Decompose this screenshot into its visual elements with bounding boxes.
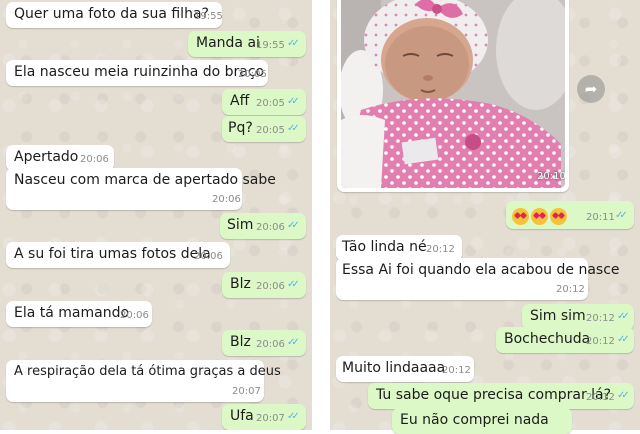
message-bubble[interactable]: Aff 20:05 ✓✓: [222, 89, 306, 115]
message-text: Ufa: [230, 408, 254, 424]
message-time: 20:12: [586, 336, 615, 347]
panel-divider: [312, 0, 330, 430]
forward-share-icon[interactable]: ➦: [577, 75, 605, 103]
message-time: 20:12: [556, 284, 585, 295]
double-check-icon: ✓✓: [615, 210, 628, 221]
double-check-icon: ✓✓: [287, 220, 300, 231]
message-time: 20:06: [256, 339, 285, 350]
message-text: Muito lindaaaa: [342, 360, 446, 376]
message-text: A respiração dela tá ótima graças a deus: [14, 364, 281, 379]
message-time: 20:06: [212, 194, 241, 205]
message-bubble[interactable]: Blz 20:06 ✓✓: [222, 330, 306, 356]
message-text: Bochechuda: [504, 331, 591, 347]
message-time: 20:06: [80, 154, 109, 165]
message-bubble[interactable]: Essa Ai foi quando ela acabou de nasce 2…: [336, 258, 620, 300]
message-time: 20:06: [256, 281, 285, 292]
message-time: 20:06: [120, 310, 149, 321]
message-text: Blz: [230, 334, 251, 350]
message-text: Eu não comprei nada: [400, 412, 549, 428]
double-check-icon: ✓✓: [287, 337, 300, 348]
message-time: 20:05: [256, 98, 285, 109]
message-text: Quer uma foto da sua filha?: [14, 6, 209, 22]
message-bubble[interactable]: A su foi tira umas fotos dela 20:06: [6, 242, 230, 268]
double-check-icon: ✓✓: [287, 96, 300, 107]
message-bubble[interactable]: Ela nasceu meia ruinzinha do braço 20:05: [6, 60, 268, 86]
message-bubble[interactable]: Eu não comprei nada: [392, 408, 572, 434]
double-check-icon: ✓✓: [287, 411, 300, 422]
message-time: 20:07: [232, 386, 261, 397]
heart-eyes-emoji: [550, 208, 567, 225]
message-bubble[interactable]: Pq? 20:05 ✓✓: [222, 116, 306, 142]
message-bubble[interactable]: Ufa 20:07 ✓✓: [222, 404, 306, 430]
message-text: Pq?: [228, 120, 253, 136]
message-text: A su foi tira umas fotos dela: [14, 246, 211, 262]
photo-message[interactable]: 20:10: [337, 0, 569, 192]
message-text: Aff: [230, 93, 250, 109]
emoji-message[interactable]: 20:11 ✓✓: [506, 201, 634, 229]
heart-eyes-emoji: [531, 208, 548, 225]
message-time: 20:05: [238, 69, 267, 80]
message-bubble[interactable]: Tu sabe oque precisa comprar lá? 20:12 ✓…: [368, 383, 634, 409]
message-text: Apertado: [14, 149, 79, 165]
message-time: 20:07: [256, 413, 285, 424]
message-bubble[interactable]: Bochechuda 20:12 ✓✓: [496, 327, 634, 353]
message-time: 20:12: [586, 313, 615, 324]
message-bubble[interactable]: Manda ai 19:55 ✓✓: [188, 31, 306, 57]
heart-eyes-emoji: [512, 208, 529, 225]
message-text: Ela nasceu meia ruinzinha do braço: [14, 64, 265, 80]
baby-photo[interactable]: 20:10: [341, 0, 565, 188]
photo-time: 20:10: [537, 171, 565, 182]
double-check-icon: ✓✓: [287, 123, 300, 134]
message-text: Ela tá mamando: [14, 305, 130, 321]
double-check-icon: ✓✓: [287, 279, 300, 290]
message-bubble[interactable]: A respiração dela tá ótima graças a deus…: [6, 360, 281, 402]
double-check-icon: ✓✓: [617, 390, 630, 401]
message-text: Manda ai: [196, 35, 260, 51]
message-time: 20:12: [586, 392, 615, 403]
double-check-icon: ✓✓: [617, 334, 630, 345]
message-bubble[interactable]: Muito lindaaaa 20:12: [336, 356, 474, 382]
message-time: 20:06: [194, 251, 223, 262]
message-text: Nasceu com marca de apertado sabe: [14, 172, 276, 188]
message-text: Tu sabe oque precisa comprar lá?: [376, 387, 612, 403]
message-text: Blz: [230, 276, 251, 292]
message-time: 20:12: [442, 365, 471, 376]
message-text: Sim: [227, 217, 254, 233]
double-check-icon: ✓✓: [287, 38, 300, 49]
left-chat-panel[interactable]: Quer uma foto da sua filha? 19:55 Manda …: [0, 0, 312, 430]
message-time: 19:55: [194, 11, 223, 22]
message-time: 20:12: [426, 244, 455, 255]
message-time: 20:11: [586, 212, 615, 223]
message-bubble[interactable]: Ela tá mamando 20:06: [6, 301, 152, 327]
message-bubble[interactable]: Blz 20:06 ✓✓: [222, 272, 306, 298]
message-text: Essa Ai foi quando ela acabou de nasce: [342, 262, 620, 278]
baby-photo-image: [341, 0, 565, 188]
screenshot-collage: Quer uma foto da sua filha? 19:55 Manda …: [0, 0, 640, 434]
double-check-icon: ✓✓: [617, 311, 630, 322]
message-bubble[interactable]: Nasceu com marca de apertado sabe 20:06: [6, 168, 276, 210]
message-bubble[interactable]: Sim 20:06 ✓✓: [220, 213, 306, 239]
message-time: 20:05: [256, 125, 285, 136]
message-text: Sim sim: [530, 308, 586, 324]
message-time: 20:06: [256, 222, 285, 233]
message-bubble[interactable]: Quer uma foto da sua filha? 19:55: [6, 2, 223, 28]
message-time: 19:55: [256, 40, 285, 51]
message-text: Tão linda né: [342, 239, 427, 255]
